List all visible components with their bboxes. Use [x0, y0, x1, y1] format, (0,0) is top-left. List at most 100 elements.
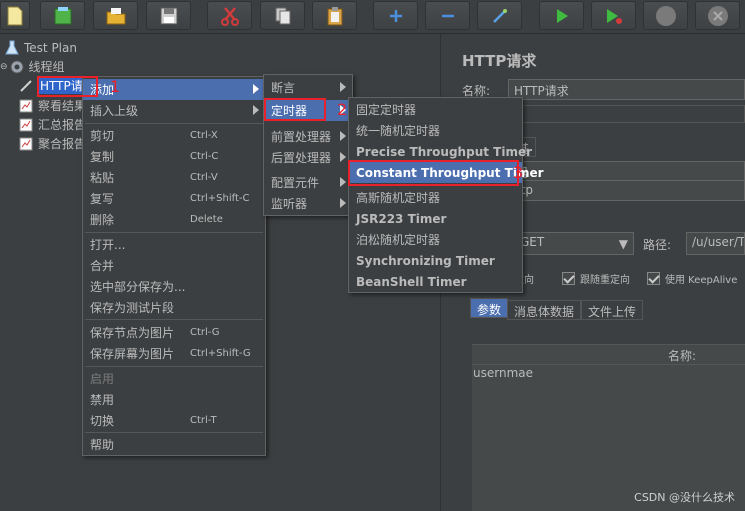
comments-field[interactable]	[508, 105, 745, 123]
menu-item-label: BeanShell Timer	[356, 274, 467, 289]
menu-item-save-node-image[interactable]: 保存节点为图片 Ctrl-G	[83, 322, 265, 343]
page-title: HTTP请求	[462, 52, 537, 70]
menu-separator	[85, 366, 263, 367]
table-row[interactable]: usernmae	[472, 365, 745, 383]
menu-item-config-elements[interactable]: 配置元件	[264, 172, 352, 193]
menu-item-pre-processors[interactable]: 前置处理器	[264, 126, 352, 147]
paste-button[interactable]	[312, 1, 357, 30]
save-button[interactable]	[146, 1, 191, 30]
expand-all-button[interactable]	[373, 1, 418, 30]
checkbox-checked-icon	[562, 272, 575, 285]
new-button[interactable]	[0, 1, 30, 30]
server-field[interactable]: ttp	[510, 180, 745, 201]
start-button[interactable]	[539, 1, 584, 30]
menu-item-synchronizing-timer[interactable]: Synchronizing Timer	[349, 250, 522, 271]
menu-item-label: 复制	[90, 150, 115, 164]
menu-item-duplicate[interactable]: 复写 Ctrl+Shift-C	[83, 188, 265, 209]
http-sampler-icon	[18, 78, 34, 94]
open-folder-icon	[106, 7, 125, 24]
open-button[interactable]	[93, 1, 138, 30]
menu-item-jsr223-timer[interactable]: JSR223 Timer	[349, 208, 522, 229]
menu-item-insert-parent[interactable]: 插入上级	[83, 100, 265, 121]
start-no-pauses-button[interactable]	[591, 1, 636, 30]
tree-item-label: 聚合报告	[38, 137, 87, 151]
tree-item-summary-report[interactable]: 汇总报告	[18, 115, 86, 134]
menu-item-label: 保存为测试片段	[90, 301, 175, 315]
menu-item-copy[interactable]: 复制 Ctrl-C	[83, 146, 265, 167]
menu-separator	[85, 232, 263, 233]
copy-button[interactable]	[260, 1, 305, 30]
method-select[interactable]: GET ▼	[514, 232, 634, 255]
keepalive-checkbox[interactable]: 使用 KeepAlive	[647, 271, 737, 286]
chevron-right-icon	[340, 82, 346, 92]
templates-icon	[54, 6, 71, 24]
copy-icon	[275, 7, 290, 24]
menu-item-uniform-random-timer[interactable]: 统一随机定时器	[349, 120, 522, 141]
menu-shortcut: Ctrl-X	[190, 130, 218, 141]
menu-item-disable[interactable]: 禁用	[83, 389, 265, 410]
menu-item-listeners[interactable]: 监听器	[264, 193, 352, 214]
toggle-icon	[492, 8, 507, 23]
menu-item-label: Synchronizing Timer	[356, 253, 495, 268]
menu-item-label: 固定定时器	[356, 103, 417, 117]
menu-item-label: 断言	[271, 81, 296, 95]
listener-icon	[18, 117, 34, 133]
templates-button[interactable]	[40, 1, 85, 30]
menu-item-constant-timer[interactable]: 固定定时器	[349, 99, 522, 120]
menu-item-label: Precise Throughput Timer	[356, 144, 533, 159]
menu-separator	[85, 123, 263, 124]
listener-icon	[18, 136, 34, 152]
menu-item-merge[interactable]: 合并	[83, 255, 265, 276]
test-plan-icon	[4, 40, 20, 56]
menu-separator	[85, 319, 263, 320]
tree-item-thread-group[interactable]: ⊖ 线程组	[0, 57, 65, 76]
shutdown-icon	[707, 5, 728, 26]
listener-icon	[18, 98, 34, 114]
menu-shortcut: Ctrl+Shift-G	[190, 348, 251, 359]
tree-item-label: Test Plan	[24, 40, 77, 55]
tree-item-view-results[interactable]: 察看结果	[18, 96, 86, 115]
shutdown-button[interactable]	[695, 1, 740, 30]
main-toolbar	[0, 0, 745, 34]
column-header-name: 名称:	[668, 349, 697, 363]
menu-item-label: 粘贴	[90, 171, 115, 185]
path-field[interactable]: /u/user/Te	[686, 232, 745, 255]
watermark: CSDN @没什么技术	[634, 491, 735, 504]
menu-item-toggle[interactable]: 切换 Ctrl-T	[83, 410, 265, 431]
menu-item-poisson-random-timer[interactable]: 泊松随机定时器	[349, 229, 522, 250]
menu-item-save-fragment[interactable]: 保存为测试片段	[83, 297, 265, 318]
menu-shortcut: Ctrl-T	[190, 415, 217, 426]
menu-item-label: 后置处理器	[271, 151, 332, 165]
path-label: 路径:	[643, 238, 672, 252]
menu-item-assertions[interactable]: 断言	[264, 77, 352, 98]
collapse-all-button[interactable]	[425, 1, 470, 30]
menu-item-cut[interactable]: 剪切 Ctrl-X	[83, 125, 265, 146]
menu-item-precise-throughput-timer[interactable]: Precise Throughput Timer	[349, 141, 532, 162]
name-field[interactable]: HTTP请求	[508, 79, 745, 100]
tab-parameters[interactable]: 参数	[470, 298, 509, 318]
tree-item-aggregate-report[interactable]: 聚合报告	[18, 134, 86, 153]
menu-item-help[interactable]: 帮助	[83, 434, 265, 455]
tree-item-test-plan[interactable]: Test Plan	[4, 38, 77, 57]
collapse-toggle-icon[interactable]: ⊖	[0, 62, 8, 72]
menu-item-delete[interactable]: 删除 Delete	[83, 209, 265, 230]
toggle-button[interactable]	[477, 1, 522, 30]
menu-item-save-selection[interactable]: 选中部分保存为...	[83, 276, 265, 297]
menu-item-open[interactable]: 打开...	[83, 234, 265, 255]
tab-body-data[interactable]: 消息体数据	[507, 300, 582, 320]
menu-item-gaussian-random-timer[interactable]: 高斯随机定时器	[349, 187, 522, 208]
menu-item-label: 打开...	[90, 238, 126, 252]
annotation-number-2: 2	[337, 100, 348, 119]
menu-item-post-processors[interactable]: 后置处理器	[264, 147, 352, 168]
menu-item-paste[interactable]: 粘贴 Ctrl-V	[83, 167, 265, 188]
menu-item-beanshell-timer[interactable]: BeanShell Timer	[349, 271, 522, 292]
menu-shortcut: Ctrl-G	[190, 327, 220, 338]
cut-button[interactable]	[207, 1, 252, 30]
menu-separator	[85, 432, 263, 433]
table-cell-name: usernmae	[473, 366, 533, 380]
follow-redirects-checkbox[interactable]: 跟随重定向	[562, 271, 630, 286]
tab-files-upload[interactable]: 文件上传	[581, 300, 644, 320]
stop-button[interactable]	[643, 1, 688, 30]
menu-item-save-screen-image[interactable]: 保存屏幕为图片 Ctrl+Shift-G	[83, 343, 265, 364]
protocol-field[interactable]: 器	[510, 161, 745, 182]
